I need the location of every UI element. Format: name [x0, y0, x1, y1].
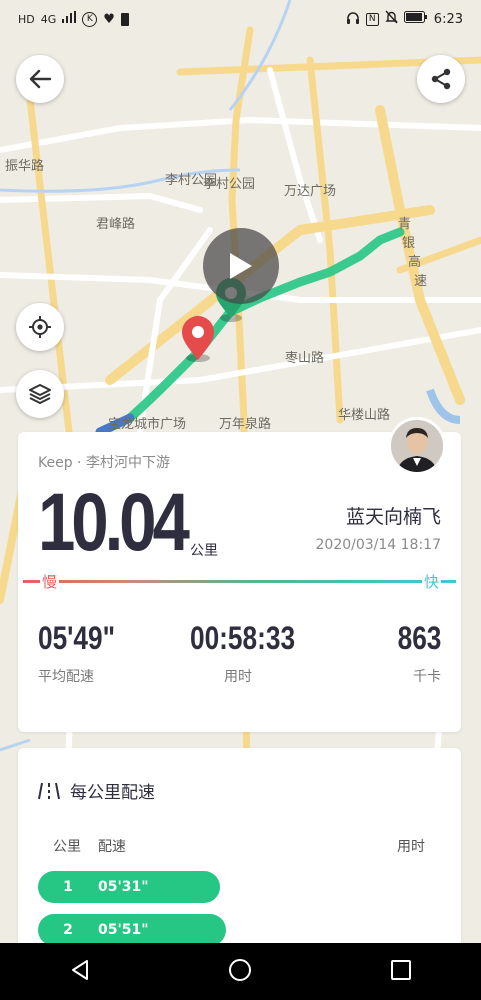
split-row: 1 05'31": [38, 871, 220, 903]
status-left: HD 4G K ♥: [18, 11, 129, 27]
avg-pace-value: 05'49": [38, 620, 116, 656]
map-label: 万年泉路: [219, 416, 271, 432]
source-label: Keep · 李村河中下游: [38, 455, 170, 471]
workout-summary-card: Keep · 李村河中下游 10.04 公里 蓝天向楠飞 2020/03/14 …: [18, 432, 461, 732]
slow-label: 慢: [40, 571, 60, 592]
split-row: 2 05'51": [38, 914, 226, 946]
map-label: 银: [402, 236, 415, 251]
map-label: 青: [398, 217, 411, 232]
nav-recents-button[interactable]: [390, 959, 412, 985]
locate-button[interactable]: [16, 303, 64, 351]
status-right: N 6:23: [346, 10, 463, 28]
calories-value: 863: [397, 620, 441, 656]
col-time-header: 用时: [397, 839, 425, 855]
play-icon: [230, 253, 252, 279]
circle-home-icon: [229, 958, 252, 981]
network-badge: 4G: [40, 12, 57, 26]
headset-icon: [346, 11, 360, 28]
map-label: 君峰路: [96, 216, 135, 232]
col-pace-header: 配速: [98, 839, 126, 855]
notification-icon: [120, 12, 129, 26]
signal-icon: [62, 11, 77, 27]
play-button[interactable]: [203, 228, 279, 304]
splits-header: 每公里配速: [38, 778, 155, 803]
split-pace: 05'31": [98, 879, 149, 895]
col-km-header: 公里: [53, 839, 81, 855]
split-km: 2: [63, 922, 73, 938]
nav-home-button[interactable]: [228, 958, 252, 986]
username: 蓝天向楠飞: [345, 506, 441, 528]
clock: 6:23: [433, 11, 463, 27]
calories-stat: 863 千卡: [388, 622, 441, 686]
map-label: 李村公园: [203, 177, 255, 192]
nfc-icon: N: [365, 12, 379, 26]
map-label: 宝龙城市广场: [108, 416, 186, 432]
mute-icon: [385, 10, 398, 28]
map-label: 枣山路: [285, 350, 324, 366]
triangle-back-icon: [71, 959, 88, 980]
map-label: 万达广场: [284, 184, 336, 199]
avg-pace-stat: 05'49" 平均配速: [38, 622, 132, 686]
avg-pace-label: 平均配速: [38, 669, 94, 685]
map-label: 华楼山路: [338, 407, 390, 423]
keep-app-icon: K: [82, 11, 98, 27]
calories-label: 千卡: [413, 669, 441, 685]
duration-label: 用时: [224, 669, 252, 685]
health-icon: ♥: [103, 11, 115, 27]
share-button[interactable]: [417, 55, 465, 103]
locate-icon: [29, 316, 51, 338]
workout-datetime: 2020/03/14 18:17: [315, 537, 442, 553]
status-bar: HD 4G K ♥ N 6:23: [0, 0, 481, 38]
share-icon: [431, 68, 451, 90]
map-label: 高: [408, 254, 421, 270]
battery-icon: [403, 11, 428, 27]
splits-title: 每公里配速: [70, 783, 155, 803]
duration-value: 00:58:33: [190, 620, 296, 656]
pace-gradient-bar: [23, 580, 456, 583]
duration-stat: 00:58:33 用时: [190, 622, 318, 686]
split-km: 1: [63, 879, 73, 895]
layers-button[interactable]: [16, 370, 64, 418]
road-icon: [38, 782, 60, 799]
back-button[interactable]: [16, 55, 64, 103]
layers-icon: [29, 384, 51, 404]
avatar[interactable]: [388, 417, 446, 475]
fast-label: 快: [421, 571, 441, 592]
square-recents-icon: [391, 959, 412, 980]
arrow-left-icon: [29, 69, 51, 89]
map-label: 振华路: [5, 158, 44, 174]
system-nav-bar: [0, 943, 481, 1000]
distance-unit: 公里: [190, 543, 218, 559]
split-pace: 05'51": [98, 922, 149, 938]
distance-value: 10.04: [38, 477, 190, 568]
map-label: 速: [414, 274, 427, 289]
hd-badge: HD: [18, 12, 35, 26]
nav-back-button[interactable]: [69, 959, 91, 985]
